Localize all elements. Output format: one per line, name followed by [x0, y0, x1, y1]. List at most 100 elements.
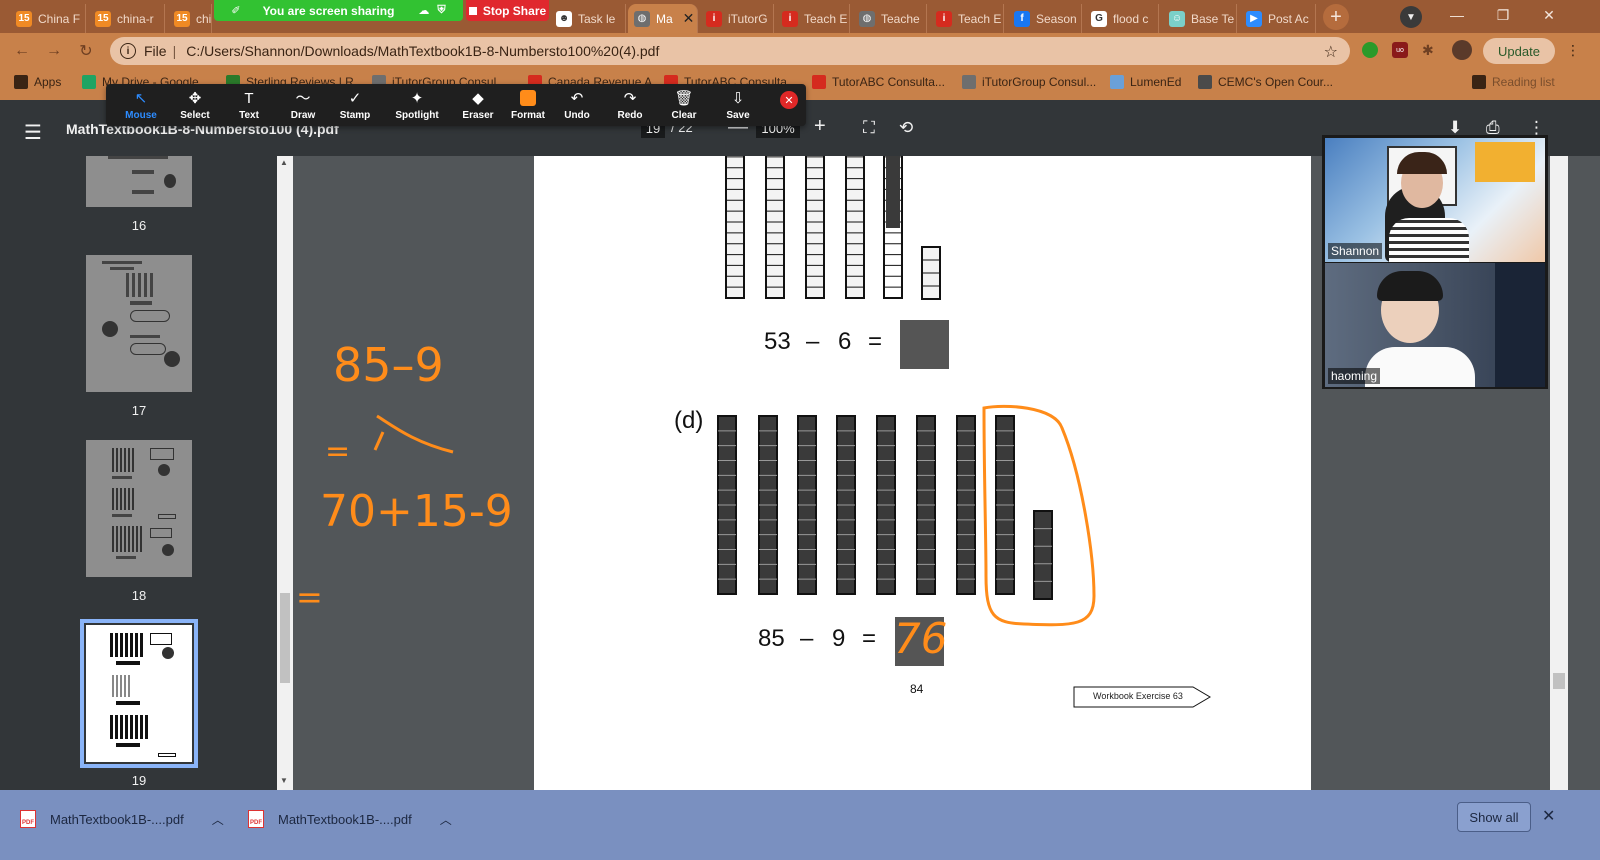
annotate-tool-stamp[interactable]: ✓ Stamp	[328, 86, 382, 124]
thumbnail-page-19[interactable]	[80, 619, 198, 768]
thumbnail-page-17[interactable]	[86, 255, 192, 392]
bookmark-item[interactable]: Reading list	[1472, 75, 1555, 89]
tab-close-icon[interactable]: ✕	[683, 10, 695, 27]
hamburger-menu-icon[interactable]: ☰	[24, 120, 42, 145]
tab-label: China F	[38, 11, 81, 26]
browser-tab[interactable]: f Season	[1008, 4, 1082, 33]
tool-label: Clear	[671, 109, 697, 121]
pin-icon: ✐	[231, 5, 241, 17]
tab-label: Ma	[656, 11, 673, 26]
browser-tab[interactable]: ◍ Ma ✕	[628, 4, 698, 33]
download-item[interactable]: PDF MathTextbook1B-....pdf ︿	[20, 804, 224, 834]
download-filename: MathTextbook1B-....pdf	[278, 811, 412, 827]
avatar[interactable]	[1452, 40, 1472, 60]
tab-favicon-icon: 15	[174, 10, 190, 27]
document-scrollbar[interactable]	[1550, 156, 1568, 790]
sidebar-scrollbar[interactable]	[277, 156, 293, 790]
address-row: ← → ↻ i File | C:/Users/Shannon/Download…	[0, 33, 1600, 69]
info-icon[interactable]: i	[120, 43, 136, 59]
bookmark-item[interactable]: iTutorGroup Consul...	[962, 75, 1096, 89]
browser-tab[interactable]: 15 chin	[168, 4, 212, 33]
video-tile-shannon[interactable]: Shannon	[1325, 138, 1545, 262]
extension-icon[interactable]	[1362, 42, 1378, 58]
document-scroll-thumb[interactable]	[1553, 673, 1565, 689]
browser-tab[interactable]: Gflood c	[1085, 4, 1159, 33]
bookmark-item[interactable]: Apps	[14, 75, 61, 89]
show-all-button[interactable]: Show all	[1457, 802, 1531, 832]
update-button[interactable]: Update	[1483, 38, 1555, 64]
stop-share-button[interactable]: Stop Share	[466, 0, 549, 21]
new-tab-button[interactable]: +	[1323, 4, 1349, 30]
pdf-file-icon: PDF	[20, 810, 36, 828]
annotation-toolbar: ↖ Mouse ✥ Select T Text 〜 Draw ✓ Stamp ✦ Spotlight ◆…	[106, 84, 806, 126]
bookmark-item[interactable]: TutorABC Consulta...	[812, 75, 945, 89]
restore-icon[interactable]: ❐	[1480, 0, 1526, 30]
annotate-tool-draw[interactable]: 〜 Draw	[276, 86, 330, 124]
browser-tab[interactable]: 15 China F	[10, 4, 86, 33]
rotate-icon[interactable]: ⟲	[899, 118, 913, 138]
annotate-tool-text[interactable]: T Text	[222, 86, 276, 124]
chevron-up-icon[interactable]: ︿	[440, 811, 452, 828]
annotate-tool-clear[interactable]: 🗑 Clear	[657, 86, 711, 124]
stop-icon	[468, 6, 477, 15]
video-tile-haoming[interactable]: haoming	[1325, 263, 1545, 387]
annotate-tool-format[interactable]: Format	[501, 86, 555, 124]
shirt	[1365, 347, 1475, 387]
tab-favicon-icon: 15	[16, 10, 32, 27]
browser-tab[interactable]: ☻ Task le	[550, 4, 626, 33]
annotate-tool-save[interactable]: ⇩ Save	[711, 86, 765, 124]
sidebar-scroll-thumb[interactable]	[280, 593, 290, 683]
annotate-tool-spotlight[interactable]: ✦ Spotlight	[390, 86, 444, 124]
download-item[interactable]: PDF MathTextbook1B-....pdf ︿	[248, 804, 452, 834]
screen-sharing-banner[interactable]: ✐ You are screen sharing ☁ ⛨	[214, 0, 463, 21]
browser-tab[interactable]: ◍ Teache	[853, 4, 927, 33]
browser-tab[interactable]: ▶ Post Ac	[1240, 4, 1316, 33]
bookmark-label: Apps	[34, 75, 62, 89]
tool-label: Select	[180, 109, 210, 121]
bookmark-star-icon[interactable]: ☆	[1324, 42, 1338, 62]
close-icon[interactable]: ✕	[1542, 806, 1555, 826]
eraser-icon: ◆	[472, 89, 484, 107]
annotate-tool-select[interactable]: ✥ Select	[168, 86, 222, 124]
tab-favicon-icon: ☺	[1169, 10, 1185, 27]
browser-tab[interactable]: i Teach E	[930, 4, 1004, 33]
annotate-tool-mouse[interactable]: ↖ Mouse	[114, 86, 168, 124]
browser-tab[interactable]: i iTutorG	[700, 4, 774, 33]
menu-dots-icon[interactable]: ⋮	[1566, 42, 1580, 59]
chevron-up-icon[interactable]: ︿	[212, 811, 224, 828]
scroll-down-icon[interactable]: ▼	[280, 776, 288, 785]
scroll-up-icon[interactable]: ▲	[280, 158, 288, 167]
annotate-tool-redo[interactable]: ↷ Redo	[603, 86, 657, 124]
fit-page-icon[interactable]: ⛶	[863, 118, 875, 138]
tool-label: Redo	[617, 109, 643, 121]
zoom-in-icon[interactable]: +	[814, 115, 826, 138]
thumbnail-page-18[interactable]	[86, 440, 192, 577]
tab-favicon-icon: ▶	[1246, 10, 1262, 27]
annotation-close-icon[interactable]: ✕	[780, 91, 798, 109]
browser-tab[interactable]: 15 china-r	[89, 4, 165, 33]
annotate-tool-undo[interactable]: ↶ Undo	[550, 86, 604, 124]
spotlight-icon: ✦	[410, 89, 424, 107]
minimize-icon[interactable]: —	[1434, 0, 1480, 30]
forward-icon[interactable]: →	[44, 41, 64, 61]
tab-favicon-icon: ◍	[634, 10, 650, 27]
thumbnail-sidebar: 16 17 18 19	[0, 156, 277, 790]
bookmark-item[interactable]: CEMC's Open Cour...	[1198, 75, 1333, 89]
puzzle-icon[interactable]: ✱	[1422, 42, 1438, 58]
reload-icon[interactable]: ↻	[76, 41, 96, 61]
back-icon[interactable]: ←	[12, 41, 32, 61]
participant-name: Shannon	[1328, 243, 1383, 259]
browser-tab[interactable]: i Teach E	[776, 4, 850, 33]
handwritten-line-3: 70+15-9	[320, 486, 513, 537]
annotate-tool-eraser[interactable]: ◆ Eraser	[451, 86, 505, 124]
tab-search-icon[interactable]: ▼	[1400, 6, 1422, 28]
bookmark-favicon-icon	[82, 75, 96, 89]
handwritten-equals-1: =	[325, 434, 351, 469]
tab-label: Base Te	[1191, 11, 1235, 26]
browser-tab[interactable]: ☺ Base Te	[1163, 4, 1237, 33]
window-close-icon[interactable]: ✕	[1526, 0, 1572, 30]
ublock-icon[interactable]: uo	[1392, 42, 1408, 58]
bookmark-item[interactable]: LumenEd	[1110, 75, 1181, 89]
omnibox[interactable]: i File | C:/Users/Shannon/Downloads/Math…	[110, 37, 1350, 65]
thumbnail-page-16[interactable]	[86, 156, 192, 207]
